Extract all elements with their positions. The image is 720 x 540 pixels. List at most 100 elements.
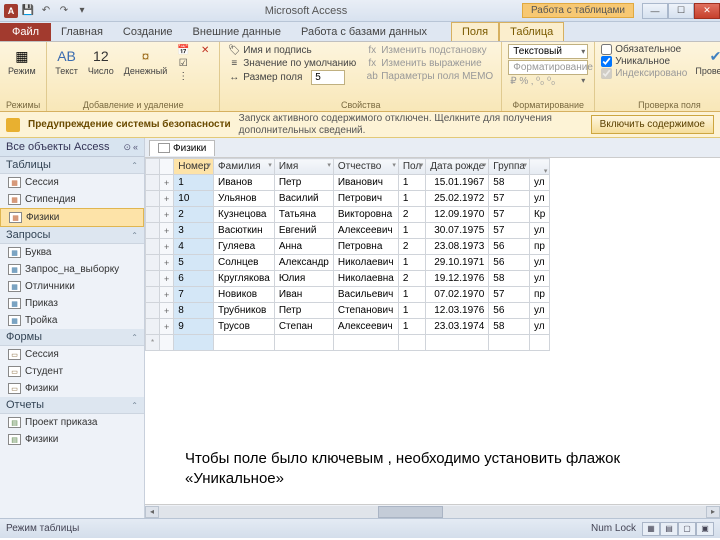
validation-button[interactable]: ✔Проверка (693, 44, 720, 79)
nav-cat-tables[interactable]: Таблицы⌃ (0, 157, 144, 174)
design-view-button[interactable]: ▤ (660, 522, 678, 536)
security-message[interactable]: Запуск активного содержимого отключен. Щ… (239, 113, 583, 137)
required-checkbox[interactable]: Обязательное (601, 44, 687, 55)
file-tab[interactable]: Файл (0, 23, 51, 41)
table-row[interactable]: +1ИвановПетрИванович115.01.196758ул (146, 175, 550, 191)
datasheet-view-button[interactable]: ▦ (642, 522, 660, 536)
enable-content-button[interactable]: Включить содержимое (591, 115, 714, 134)
doc-tab-physics[interactable]: Физики (149, 140, 215, 156)
col-header[interactable]: Имя▾ (274, 159, 333, 175)
nav-cat-forms[interactable]: Формы⌃ (0, 329, 144, 346)
view-button[interactable]: ▦ Режим (6, 44, 38, 79)
qat-dropdown-icon[interactable]: ▾ (74, 3, 90, 19)
list-icon: ⋮ (177, 70, 189, 82)
more-fields-button[interactable]: ⋮ (175, 70, 191, 82)
nav-form-session[interactable]: ▭Сессия (0, 346, 144, 363)
tab-home[interactable]: Главная (51, 23, 113, 41)
nav-table-stipend[interactable]: ▦Стипендия (0, 191, 144, 208)
number-field-button[interactable]: 12Число (86, 44, 116, 79)
undo-icon[interactable]: ↶ (38, 3, 54, 19)
delete-icon: ✕ (199, 44, 211, 56)
tab-database[interactable]: Работа с базами данных (291, 23, 437, 41)
col-header[interactable]: Группа▾ (489, 159, 530, 175)
nav-query-letter[interactable]: ▦Буква (0, 244, 144, 261)
nav-query-select[interactable]: ▦Запрос_на_выборку (0, 261, 144, 278)
maximize-button[interactable]: ☐ (668, 3, 694, 19)
text-field-button[interactable]: ABТекст (53, 44, 80, 79)
security-warning-bar: Предупреждение системы безопасности Запу… (0, 112, 720, 138)
security-title: Предупреждение системы безопасности (28, 119, 231, 130)
table-row[interactable]: +4ГуляеваАннаПетровна223.08.197356пр (146, 239, 550, 255)
modify-expression-button: fxИзменить выражение (364, 57, 495, 69)
table-row[interactable]: +3ВасюткинЕвгенийАлексеевич130.07.197557… (146, 223, 550, 239)
default-value-button[interactable]: ≡Значение по умолчанию (226, 57, 358, 69)
table-row[interactable]: +2КузнецоваТатьянаВикторовна212.09.19705… (146, 207, 550, 223)
calendar-icon: 📅 (177, 44, 189, 56)
redo-icon[interactable]: ↷ (56, 3, 72, 19)
nav-table-session[interactable]: ▦Сессия (0, 174, 144, 191)
tab-external[interactable]: Внешние данные (183, 23, 291, 41)
date-field-button[interactable]: 📅 (175, 44, 191, 56)
ribbon-tabs: Файл Главная Создание Внешние данные Раб… (0, 22, 720, 42)
app-title: Microsoft Access (90, 5, 522, 17)
table-row[interactable]: +8ТрубниковПетрСтепанович112.03.197656ул (146, 303, 550, 319)
minimize-button[interactable]: — (642, 3, 668, 19)
document-tabs: Физики (145, 138, 720, 158)
save-icon[interactable]: 💾 (20, 3, 36, 19)
field-size-input[interactable] (311, 70, 345, 85)
col-header[interactable]: Пол▾ (398, 159, 425, 175)
query-icon: ▦ (8, 264, 21, 275)
tab-table[interactable]: Таблица (499, 22, 564, 41)
scroll-right-icon[interactable]: ▸ (706, 506, 720, 518)
nav-query-three[interactable]: ▦Тройка (0, 312, 144, 329)
name-caption-button[interactable]: 🏷Имя и подпись (226, 44, 358, 56)
nav-table-physics[interactable]: ▦Физики (0, 208, 144, 227)
close-button[interactable]: ✕ (694, 3, 720, 19)
layout-view-button[interactable]: ▢ (678, 522, 696, 536)
unique-checkbox[interactable]: Уникальное (601, 56, 687, 67)
new-row[interactable]: * (146, 335, 550, 351)
nav-report-order[interactable]: ▤Проект приказа (0, 414, 144, 431)
col-header[interactable]: ▾ (529, 159, 549, 175)
table-row[interactable]: +9ТрусовСтепанАлексеевич123.03.197458ул (146, 319, 550, 335)
form-view-button[interactable]: ▣ (696, 522, 714, 536)
search-icon[interactable]: ⊙ (123, 142, 131, 153)
datasheet-grid[interactable]: Номер▾Фамилия▾Имя▾Отчество▾Пол▾Дата рожд… (145, 158, 550, 351)
nav-query-excellent[interactable]: ▦Отличники (0, 278, 144, 295)
format-buttons: ₽ % ‚ ⁰₀ ⁰₀ (508, 76, 588, 87)
table-row[interactable]: +6КругляковаЮлияНиколаевна219.12.197658у… (146, 271, 550, 287)
table-row[interactable]: +5СолнцевАлександрНиколаевич129.10.19715… (146, 255, 550, 271)
checkbox-field-button[interactable]: ☑ (175, 57, 191, 69)
col-header[interactable]: Отчество▾ (333, 159, 398, 175)
table-row[interactable]: +7НовиковИванВасильевич107.02.197057пр (146, 287, 550, 303)
lookup-icon: fx (366, 44, 378, 56)
collapse-icon[interactable]: « (133, 142, 138, 153)
col-header[interactable]: Номер▾ (174, 159, 214, 175)
nav-cat-queries[interactable]: Запросы⌃ (0, 227, 144, 244)
scroll-thumb[interactable] (378, 506, 444, 518)
query-icon: ▦ (8, 247, 21, 258)
nav-header[interactable]: Все объекты Access ⊙« (0, 138, 144, 157)
col-header[interactable]: Дата рожде▾ (426, 159, 489, 175)
tab-create[interactable]: Создание (113, 23, 183, 41)
nav-form-student[interactable]: ▭Студент (0, 363, 144, 380)
tab-fields[interactable]: Поля (451, 22, 499, 41)
horizontal-scrollbar[interactable]: ◂ ▸ (145, 504, 720, 518)
titlebar: A 💾 ↶ ↷ ▾ Microsoft Access Работа с табл… (0, 0, 720, 22)
table-row[interactable]: +10УльяновВасилийПетрович125.02.197257ул (146, 191, 550, 207)
group-label-props: Свойства (226, 99, 495, 110)
nav-report-physics[interactable]: ▤Физики (0, 431, 144, 448)
col-header[interactable]: Фамилия▾ (214, 159, 275, 175)
form-icon: ▭ (8, 366, 21, 377)
datatype-combo[interactable]: Текстовый (508, 44, 588, 59)
currency-field-button[interactable]: ¤Денежный (122, 44, 169, 79)
query-icon: ▦ (8, 315, 21, 326)
numlock-indicator: Num Lock (591, 523, 636, 534)
scroll-left-icon[interactable]: ◂ (145, 506, 159, 518)
nav-query-order[interactable]: ▦Приказ (0, 295, 144, 312)
hint-overlay: Чтобы поле было ключевым , необходимо ус… (185, 449, 700, 488)
delete-field-button[interactable]: ✕ (197, 44, 213, 56)
nav-cat-reports[interactable]: Отчеты⌃ (0, 397, 144, 414)
nav-form-physics[interactable]: ▭Физики (0, 380, 144, 397)
query-icon: ▦ (8, 281, 21, 292)
